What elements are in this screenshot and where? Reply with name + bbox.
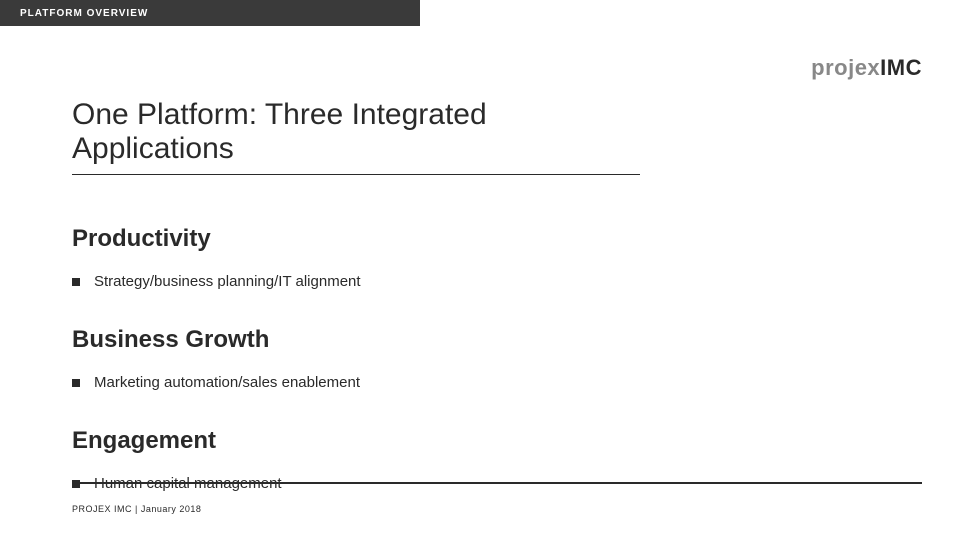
logo-part2: IMC xyxy=(880,55,922,81)
section-heading-business-growth: Business Growth xyxy=(72,326,888,354)
bullet-row: Marketing automation/sales enablement xyxy=(72,374,888,391)
bullet-icon xyxy=(72,379,80,387)
header-bar: PLATFORM OVERVIEW xyxy=(0,0,420,26)
logo-part1: projex xyxy=(811,55,880,81)
slide-title: One Platform: Three Integrated Applicati… xyxy=(72,98,640,175)
bullet-icon xyxy=(72,278,80,286)
footer-divider xyxy=(72,482,922,484)
section-heading-productivity: Productivity xyxy=(72,225,888,253)
logo: projexIMC xyxy=(811,55,922,81)
bullet-text: Marketing automation/sales enablement xyxy=(94,374,360,391)
slide-content: One Platform: Three Integrated Applicati… xyxy=(0,26,960,492)
bullet-text: Strategy/business planning/IT alignment xyxy=(94,273,361,290)
header-bar-label: PLATFORM OVERVIEW xyxy=(20,8,148,19)
footer-text: PROJEX IMC | January 2018 xyxy=(72,504,201,514)
section-heading-engagement: Engagement xyxy=(72,427,888,455)
bullet-row: Strategy/business planning/IT alignment xyxy=(72,273,888,290)
